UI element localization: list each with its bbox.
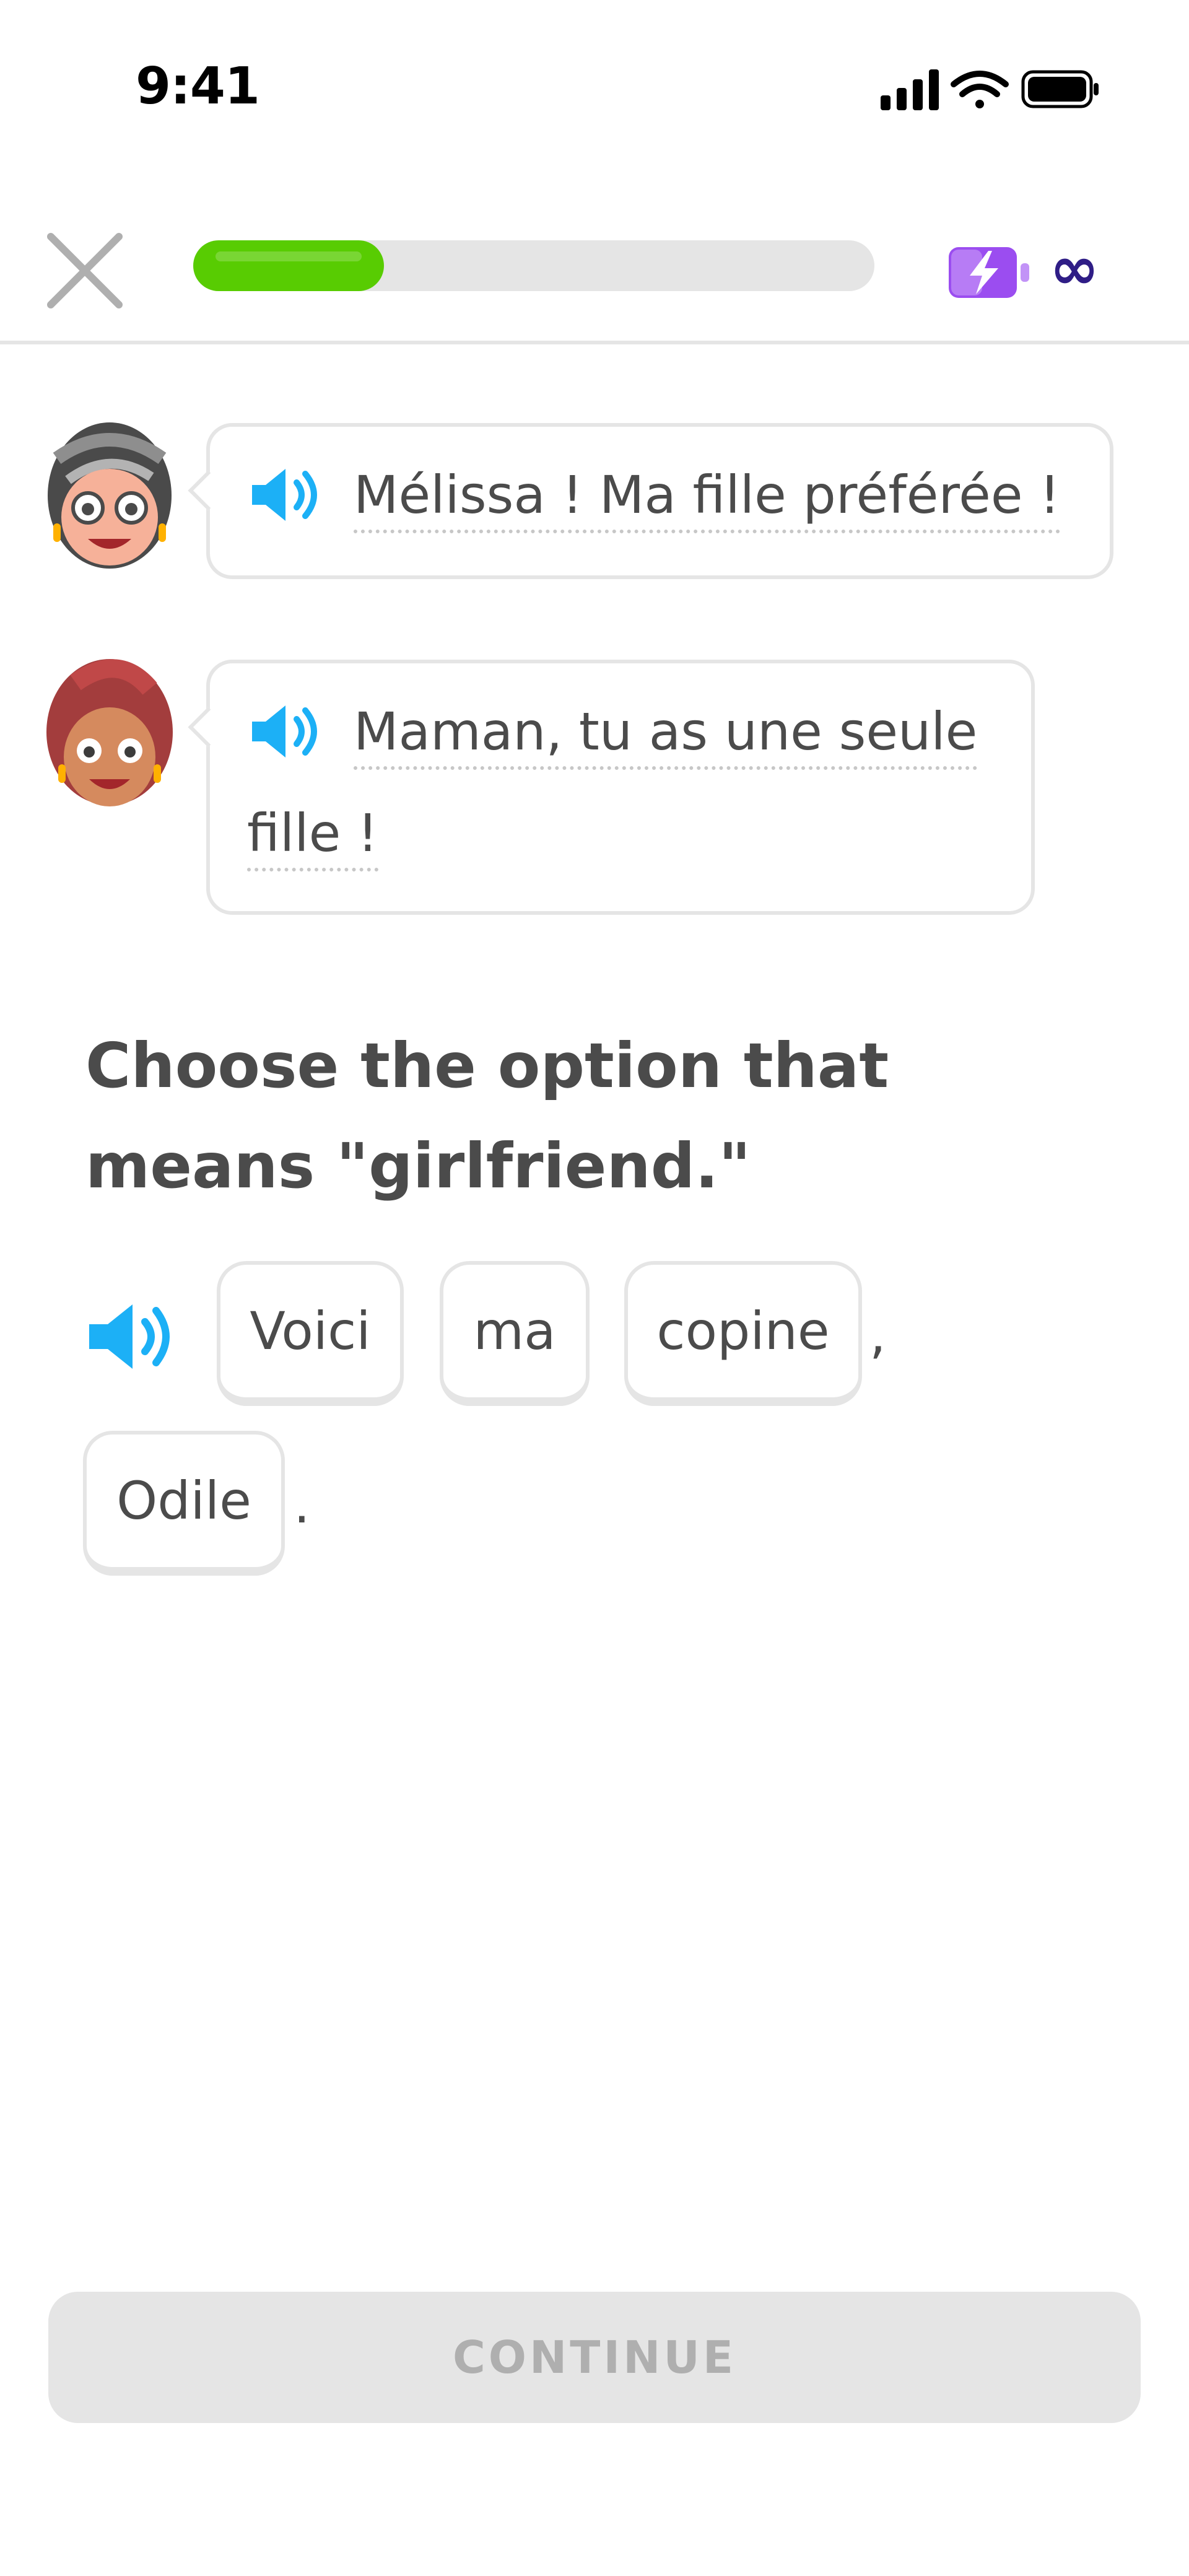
speaker-icon[interactable]: [247, 701, 321, 762]
header-divider: [0, 341, 1189, 344]
challenge-prompt: Choose the option that means "girlfriend…: [85, 1029, 889, 1202]
speech-bubble-1: Mélissa ! Ma fille préférée !: [188, 423, 1113, 579]
grandmother-avatar: [48, 422, 172, 569]
close-icon[interactable]: [45, 230, 125, 311]
woman-avatar: [46, 659, 173, 806]
word-option-copine[interactable]: copine: [624, 1261, 862, 1406]
word-option-odile[interactable]: Odile: [83, 1431, 285, 1576]
status-time: 9:41: [136, 57, 260, 116]
speaker-icon[interactable]: [247, 464, 321, 526]
bubble-tail: [188, 707, 229, 748]
continue-button[interactable]: CONTINUE: [48, 2292, 1141, 2423]
word-option-voici[interactable]: Voici: [217, 1261, 404, 1406]
signal-icon: [881, 69, 939, 110]
battery-icon: [1021, 70, 1099, 108]
period-punctuation: .: [294, 1474, 310, 1535]
bubble-tail: [188, 470, 229, 511]
word-option-ma[interactable]: ma: [440, 1261, 590, 1406]
energy-battery-icon[interactable]: [947, 245, 1031, 300]
dialogue-line-2b[interactable]: fille !: [247, 807, 378, 871]
speech-bubble-2: Maman, tu as une seule fille !: [188, 660, 1035, 915]
progress-highlight: [216, 251, 362, 261]
dialogue-line-2a[interactable]: Maman, tu as une seule: [354, 705, 978, 770]
wifi-icon: [951, 71, 1009, 108]
status-icons: [881, 69, 1099, 110]
unlimited-hearts-label: ∞: [1050, 234, 1099, 303]
progress-fill: [193, 240, 384, 291]
progress-bar: [193, 240, 874, 291]
sentence-speaker-icon[interactable]: [85, 1299, 176, 1374]
dialogue-line-1[interactable]: Mélissa ! Ma fille préférée !: [354, 469, 1060, 533]
comma-punctuation: ,: [869, 1304, 886, 1365]
